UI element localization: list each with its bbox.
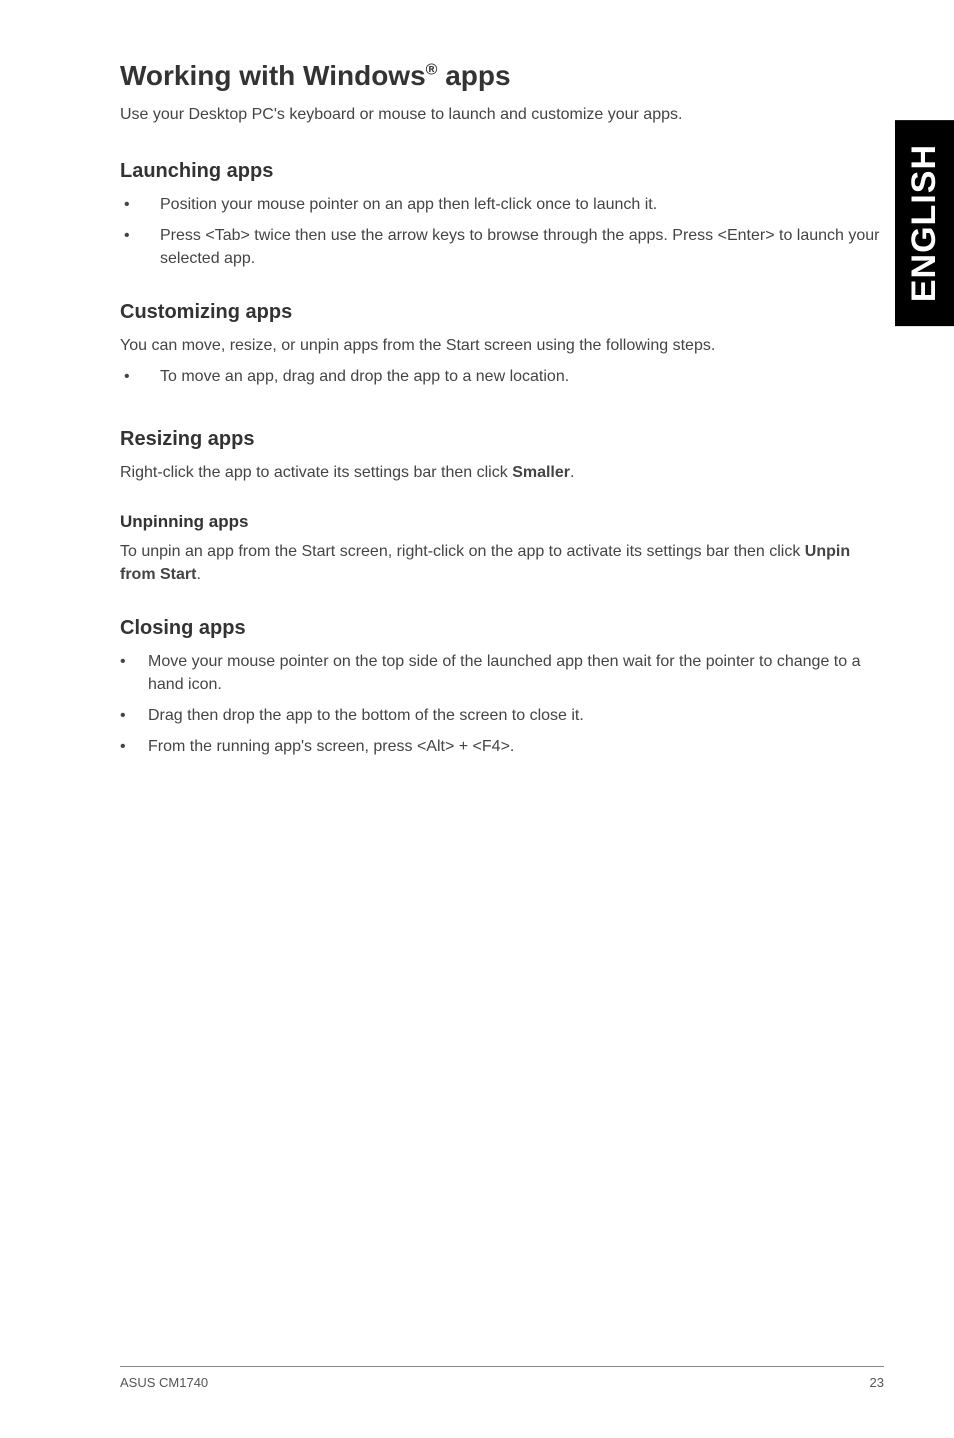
section-launching-title: Launching apps — [120, 160, 884, 183]
list-item: Position your mouse pointer on an app th… — [120, 193, 884, 216]
language-tab: ENGLISH — [895, 120, 954, 326]
section-closing-title: Closing apps — [120, 617, 884, 640]
text-post: . — [196, 566, 200, 583]
footer-left: ASUS CM1740 — [120, 1375, 208, 1390]
launching-list: Position your mouse pointer on an app th… — [120, 193, 884, 271]
list-item: From the running app's screen, press <Al… — [120, 735, 884, 758]
list-item: To move an app, drag and drop the app to… — [120, 365, 884, 388]
list-item: Move your mouse pointer on the top side … — [120, 650, 884, 696]
section-customizing-title: Customizing apps — [120, 301, 884, 324]
customizing-list: To move an app, drag and drop the app to… — [120, 365, 884, 388]
intro-text: Use your Desktop PC's keyboard or mouse … — [120, 106, 884, 124]
resizing-para: Right-click the app to activate its sett… — [120, 461, 884, 484]
footer-page-number: 23 — [870, 1375, 884, 1390]
unpinning-para: To unpin an app from the Start screen, r… — [120, 540, 884, 586]
title-pre: Working with Windows — [120, 60, 426, 91]
section-unpinning-title: Unpinning apps — [120, 512, 884, 532]
list-item: Press <Tab> twice then use the arrow key… — [120, 224, 884, 270]
title-post: apps — [437, 60, 510, 91]
page-title: Working with Windows® apps — [120, 60, 884, 92]
list-item: Drag then drop the app to the bottom of … — [120, 704, 884, 727]
customizing-para: You can move, resize, or unpin apps from… — [120, 334, 884, 357]
closing-list: Move your mouse pointer on the top side … — [120, 650, 884, 759]
text-bold: Smaller — [512, 464, 570, 481]
page-footer: ASUS CM1740 23 — [120, 1366, 884, 1390]
text-pre: To unpin an app from the Start screen, r… — [120, 543, 805, 560]
text-pre: Right-click the app to activate its sett… — [120, 464, 512, 481]
section-resizing-title: Resizing apps — [120, 428, 884, 451]
text-post: . — [570, 464, 574, 481]
page-content: Working with Windows® apps Use your Desk… — [0, 0, 954, 758]
title-sup: ® — [426, 62, 438, 79]
